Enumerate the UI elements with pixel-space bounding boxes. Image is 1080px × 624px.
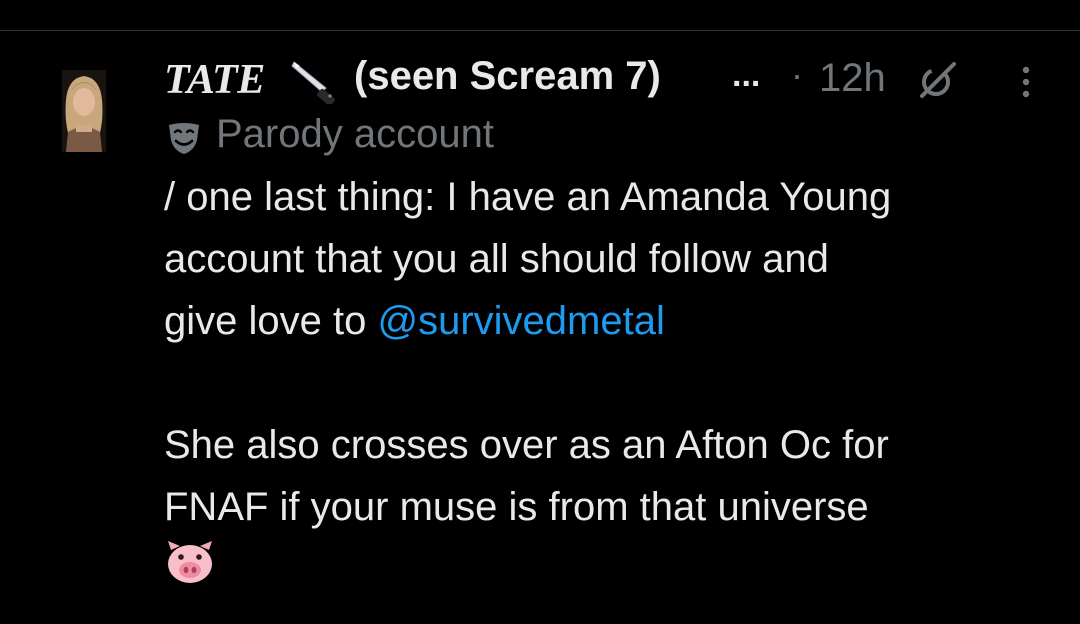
avatar-image — [62, 70, 106, 152]
text-line: She also crosses over as an Afton Oc for — [164, 423, 889, 467]
avatar[interactable] — [62, 70, 106, 152]
text-line: account that you all should follow and — [164, 237, 829, 281]
post-timestamp[interactable]: 12h — [819, 56, 886, 101]
text-line-fragment: give love to — [164, 299, 378, 343]
knife-icon — [288, 58, 342, 106]
pig-face-icon — [164, 540, 216, 586]
display-name-suffix[interactable]: (seen Scream 7) — [354, 54, 661, 99]
post: TATE (seen Scream 7) ... · 12h Parody ac… — [164, 50, 1064, 586]
name-truncation: ... — [732, 56, 761, 94]
parody-label: Parody account — [164, 110, 1064, 162]
text-line: / one last thing: I have an Amanda Young — [164, 175, 892, 219]
grok-icon[interactable] — [916, 60, 960, 100]
post-view: TATE (seen Scream 7) ... · 12h Parody ac… — [0, 0, 1080, 624]
text-line: give love to @survivedmetal — [164, 290, 1064, 352]
post-text: / one last thing: I have an Amanda Young… — [164, 166, 1064, 586]
display-name[interactable]: TATE — [164, 56, 265, 104]
theater-mask-icon — [166, 120, 202, 156]
text-line: FNAF if your muse is from that universe — [164, 485, 869, 529]
more-options-icon[interactable] — [1016, 62, 1036, 102]
mention-link[interactable]: @survivedmetal — [377, 299, 664, 343]
divider — [0, 30, 1080, 31]
post-header: TATE (seen Scream 7) ... · 12h — [164, 50, 1064, 110]
parody-label-text: Parody account — [216, 112, 494, 156]
separator: · — [791, 54, 803, 95]
